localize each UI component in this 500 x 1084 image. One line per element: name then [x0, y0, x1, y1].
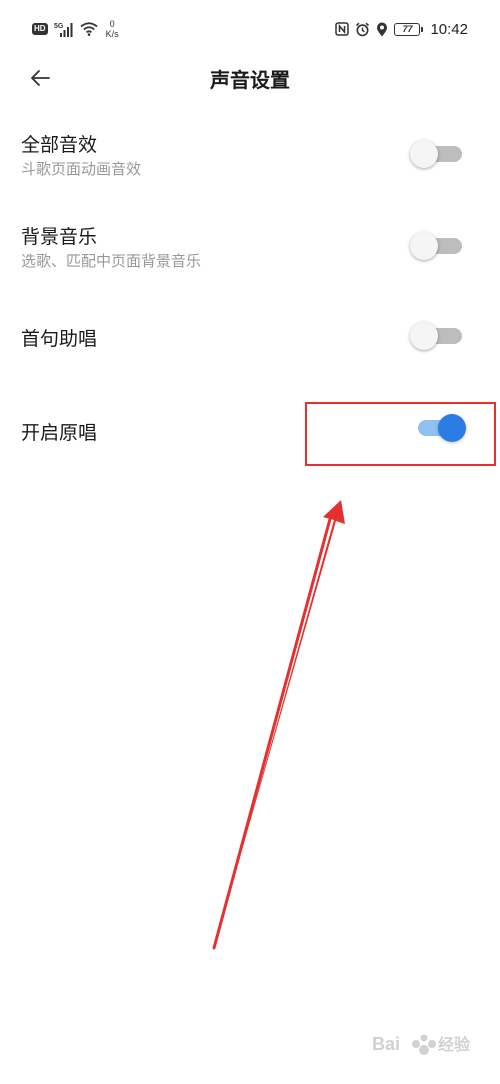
- network-speed: 0 K/s: [106, 19, 119, 39]
- page-title: 声音设置: [210, 68, 290, 92]
- baidu-jingyan-watermark: Bai 经验: [372, 1022, 482, 1062]
- status-bar: HD 5G 0 K/s 77 10:42: [0, 0, 500, 56]
- first-line-assist-toggle[interactable]: [410, 322, 464, 350]
- status-time: 10:42: [430, 20, 468, 38]
- setting-title: 开启原唱: [21, 422, 98, 444]
- setting-subtitle: 选歌、匹配中页面背景音乐: [21, 252, 202, 270]
- battery-icon: 77: [394, 22, 424, 36]
- setting-row-original-vocals: 开启原唱: [0, 384, 500, 476]
- setting-row-first-line-assist: 首句助唱: [0, 292, 500, 384]
- cellular-signal-icon: 5G: [54, 23, 73, 37]
- battery-level: 77: [402, 24, 413, 34]
- toggle-knob: [438, 414, 466, 442]
- wifi-icon: [79, 22, 98, 36]
- all-sound-effects-toggle[interactable]: [410, 140, 464, 168]
- setting-title: 首句助唱: [21, 328, 98, 350]
- toggle-knob: [410, 232, 438, 260]
- original-vocals-toggle[interactable]: [410, 414, 466, 442]
- status-bar-right: 77 10:42: [335, 16, 468, 42]
- network-speed-value: 0: [109, 19, 115, 29]
- nfc-icon: [335, 22, 350, 36]
- setting-title: 全部音效: [21, 134, 98, 156]
- location-icon: [377, 22, 388, 36]
- network-speed-unit: K/s: [105, 29, 119, 39]
- status-bar-left: HD 5G 0 K/s: [32, 16, 119, 42]
- app-header: 声音设置: [0, 56, 500, 100]
- setting-row-background-music: 背景音乐 选歌、匹配中页面背景音乐: [0, 200, 500, 292]
- hd-badge: HD: [32, 23, 48, 35]
- svg-text:Bai: Bai: [372, 1034, 400, 1054]
- settings-list: 全部音效 斗歌页面动画音效 背景音乐 选歌、匹配中页面背景音乐 首句助唱 开启原…: [0, 108, 500, 476]
- alarm-icon: [356, 22, 370, 36]
- background-music-toggle[interactable]: [410, 232, 464, 260]
- setting-subtitle: 斗歌页面动画音效: [21, 160, 142, 178]
- toggle-knob: [410, 322, 438, 350]
- toggle-knob: [410, 140, 438, 168]
- baidu-logo-icon: Bai 经验: [372, 1034, 471, 1055]
- setting-row-all-sound-effects: 全部音效 斗歌页面动画音效: [0, 108, 500, 200]
- svg-text:经验: 经验: [438, 1035, 471, 1054]
- setting-title: 背景音乐: [21, 226, 98, 248]
- network-type: 5G: [54, 23, 64, 30]
